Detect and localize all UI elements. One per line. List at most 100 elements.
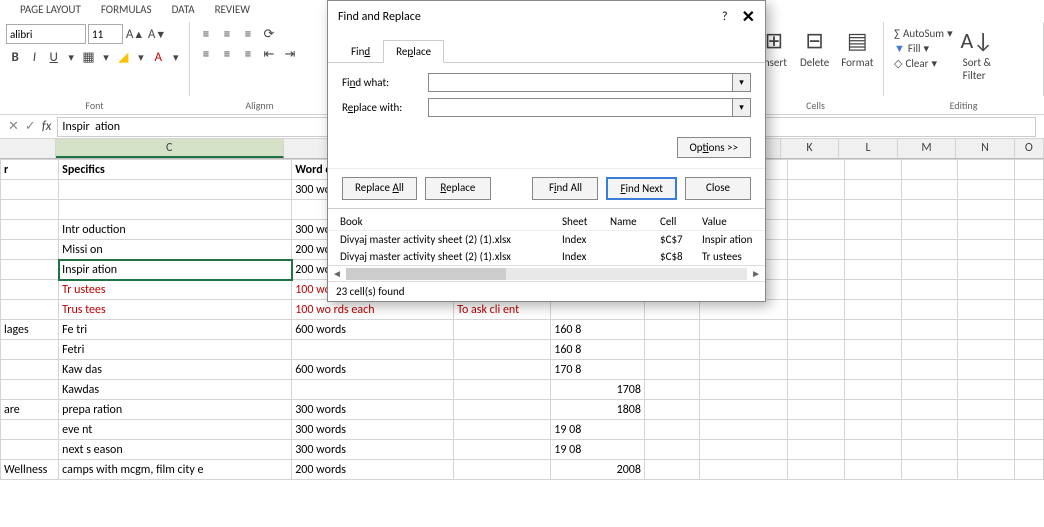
cell[interactable] (901, 320, 958, 340)
orientation-icon[interactable]: ⟳ (259, 24, 279, 44)
cell[interactable] (958, 460, 1015, 480)
cell[interactable]: 160 8 (551, 340, 645, 360)
cell[interactable] (844, 400, 901, 420)
font-name-select[interactable] (6, 24, 86, 44)
cell[interactable] (901, 380, 958, 400)
cell[interactable]: 600 words (292, 320, 454, 340)
tab-formulas[interactable]: FORMULAS (91, 0, 162, 22)
cell[interactable]: next s eason (59, 440, 292, 460)
font-size-select[interactable] (88, 24, 123, 44)
cell[interactable]: 300 words (292, 400, 454, 420)
cell[interactable] (901, 160, 958, 180)
cell[interactable]: 170 8 (551, 360, 645, 380)
replace-button[interactable]: Replace (425, 177, 491, 200)
cell[interactable] (958, 220, 1015, 240)
cell[interactable] (699, 360, 787, 380)
cell[interactable]: Trus tees (59, 300, 292, 320)
cell[interactable]: prepa ration (59, 400, 292, 420)
cell[interactable] (958, 160, 1015, 180)
help-icon[interactable]: ? (722, 10, 728, 24)
cell[interactable]: r (1, 160, 59, 180)
cell[interactable] (644, 300, 699, 320)
cell[interactable]: eve nt (59, 420, 292, 440)
cell[interactable] (1015, 160, 1044, 180)
cell[interactable]: lages (1, 320, 59, 340)
cell[interactable] (901, 440, 958, 460)
cell[interactable] (901, 340, 958, 360)
cell[interactable] (958, 280, 1015, 300)
cell[interactable] (844, 220, 901, 240)
cell[interactable] (1015, 340, 1044, 360)
cell[interactable] (844, 240, 901, 260)
cell[interactable]: To ask cli ent (454, 300, 551, 320)
cell[interactable] (788, 160, 845, 180)
cell[interactable]: camps with mcgm, film city e (59, 460, 292, 480)
cell[interactable] (699, 320, 787, 340)
cell[interactable] (958, 360, 1015, 380)
cell[interactable] (644, 400, 699, 420)
cell[interactable] (454, 360, 551, 380)
cell[interactable] (644, 420, 699, 440)
cell[interactable] (1015, 440, 1044, 460)
cell[interactable]: 1808 (551, 400, 645, 420)
tab-replace[interactable]: Replace (383, 40, 444, 63)
cell[interactable]: 300 words (292, 420, 454, 440)
result-col-book[interactable]: Book (336, 215, 558, 228)
cell[interactable]: Wellness (1, 460, 59, 480)
results-hscroll[interactable]: ◄► (328, 265, 765, 281)
cell[interactable] (958, 400, 1015, 420)
fontcolor-dropdown-icon[interactable]: ▾ (168, 49, 183, 65)
cell[interactable]: Kaw das (59, 360, 292, 380)
result-col-name[interactable]: Name (606, 215, 656, 228)
cell[interactable] (1, 260, 59, 280)
cell[interactable]: 600 words (292, 360, 454, 380)
result-col-cell[interactable]: Cell (656, 215, 698, 228)
cell[interactable] (1, 360, 59, 380)
cell[interactable] (699, 380, 787, 400)
cell[interactable]: 200 words (292, 460, 454, 480)
cell[interactable] (844, 300, 901, 320)
cell[interactable] (901, 300, 958, 320)
result-row[interactable]: Divyaj master activity sheet (2) (1).xls… (328, 248, 765, 265)
delete-button[interactable]: ⊟Delete (794, 24, 835, 94)
cell[interactable] (958, 180, 1015, 200)
result-col-sheet[interactable]: Sheet (558, 215, 606, 228)
align-left-icon[interactable]: ≡ (196, 44, 216, 64)
cell[interactable] (901, 240, 958, 260)
close-icon[interactable]: ✕ (742, 7, 755, 27)
cell[interactable] (788, 460, 845, 480)
cell[interactable] (844, 420, 901, 440)
cell[interactable]: Missi on (59, 240, 292, 260)
cell[interactable]: 160 8 (551, 320, 645, 340)
cell[interactable] (644, 320, 699, 340)
find-next-button[interactable]: Find Next (606, 177, 677, 200)
fill-color-button[interactable]: ◢ (114, 47, 132, 67)
cell[interactable] (958, 340, 1015, 360)
cell[interactable] (788, 260, 845, 280)
align-center-icon[interactable]: ≡ (217, 44, 237, 64)
cell[interactable] (59, 200, 292, 220)
find-what-input[interactable] (428, 73, 733, 92)
cell[interactable] (699, 420, 787, 440)
cell[interactable]: Intr oduction (59, 220, 292, 240)
cell[interactable] (1, 340, 59, 360)
cell[interactable] (901, 360, 958, 380)
cell[interactable] (788, 220, 845, 240)
cell[interactable] (1015, 220, 1044, 240)
cell[interactable] (1, 200, 59, 220)
cell[interactable] (958, 240, 1015, 260)
result-col-value[interactable]: Value (698, 215, 757, 228)
options-button[interactable]: Options >> (677, 137, 751, 158)
cell[interactable] (788, 400, 845, 420)
cell[interactable] (1015, 460, 1044, 480)
italic-button[interactable]: I (25, 47, 43, 67)
cell[interactable] (788, 180, 845, 200)
border-dropdown-icon[interactable]: ▾ (99, 49, 114, 65)
cell[interactable] (1015, 240, 1044, 260)
cell[interactable] (844, 180, 901, 200)
cell[interactable] (901, 180, 958, 200)
decrease-font-icon[interactable]: A▼ (147, 24, 167, 44)
cell[interactable] (901, 420, 958, 440)
cell[interactable] (958, 440, 1015, 460)
cell[interactable] (788, 380, 845, 400)
